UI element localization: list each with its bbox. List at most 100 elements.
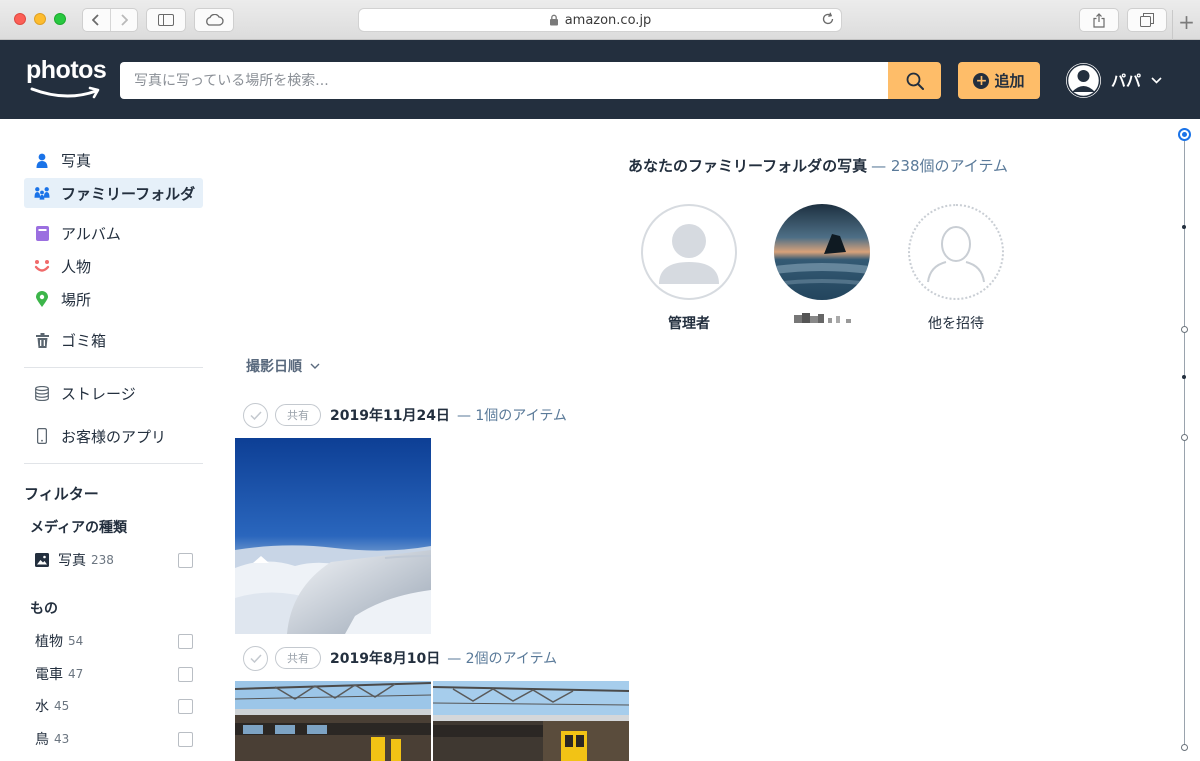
back-icon[interactable] [83, 9, 110, 31]
group-count: — 1個のアイテム [456, 408, 567, 424]
filter-label: 写真 [58, 553, 86, 569]
smile-arrow-icon [30, 86, 100, 99]
url-text: amazon.co.jp [564, 12, 652, 28]
close-window-button[interactable] [14, 13, 26, 25]
sidebar-item-label: 場所 [61, 290, 92, 309]
filter-row-plants[interactable]: 植物 54 [35, 631, 195, 651]
sidebar-item-label: ファミリーフォルダ [61, 184, 196, 203]
timeline-tick[interactable] [1181, 744, 1188, 751]
amazon-photos-logo[interactable]: photos [26, 56, 108, 102]
member-invite[interactable]: 他を招待 [908, 204, 1004, 333]
filter-count: 47 [68, 667, 84, 681]
sort-dropdown[interactable]: 撮影日順 [246, 356, 320, 376]
filter-label: 鳥 [35, 732, 49, 748]
filter-checkbox[interactable] [178, 731, 193, 747]
sidebar-item-label: 人物 [61, 257, 92, 276]
select-group-checkbox[interactable] [243, 402, 268, 428]
sidebar: 写真 ファミリーフォルダ アルバム 人物 場所 ゴミ箱 ストレージ お客様のアプ… [0, 119, 220, 761]
address-bar[interactable]: amazon.co.jp [358, 8, 842, 32]
check-icon [249, 653, 262, 663]
timeline-year-marker [1182, 375, 1186, 379]
show-tabs-icon[interactable] [1127, 8, 1167, 32]
sidebar-item-storage[interactable]: ストレージ [24, 378, 203, 408]
select-group-checkbox[interactable] [243, 645, 268, 671]
photo-thumbnail[interactable] [235, 438, 431, 634]
family-folder-title: あなたのファミリーフォルダの写真 — 238個のアイテム [628, 155, 1008, 176]
filter-count: 238 [91, 553, 114, 567]
sidebar-item-label: お客様のアプリ [61, 427, 167, 446]
forward-icon[interactable] [109, 9, 137, 31]
things-heading: もの [30, 601, 58, 617]
sidebar-item-albums[interactable]: アルバム [24, 218, 203, 248]
image-icon [35, 553, 49, 567]
reload-icon[interactable] [821, 12, 835, 26]
logo-text: photos [26, 56, 107, 84]
family-title-text: あなたのファミリーフォルダの写真 [628, 157, 868, 175]
timeline-tick[interactable] [1181, 434, 1188, 441]
user-menu[interactable]: パパ [1066, 62, 1166, 99]
icloud-tabs-icon[interactable] [194, 8, 234, 32]
sidebar-item-places[interactable]: 場所 [24, 284, 203, 314]
filter-label: 水 [35, 699, 49, 715]
search-input[interactable] [120, 62, 888, 99]
new-tab-button[interactable]: + [1172, 10, 1200, 40]
add-label: 追加 [994, 72, 1025, 90]
member-user[interactable] [774, 204, 870, 329]
share-badge[interactable]: 共有 [275, 404, 321, 426]
group-date: 2019年11月24日 [330, 408, 450, 424]
sidebar-item-apps[interactable]: お客様のアプリ [24, 421, 203, 451]
avatar [774, 204, 870, 300]
filter-checkbox[interactable] [178, 552, 193, 568]
filter-row-birds[interactable]: 鳥 43 [35, 729, 195, 749]
sidebar-toggle-icon[interactable] [146, 8, 186, 32]
search-button[interactable] [888, 62, 941, 99]
search-icon [906, 72, 924, 90]
sidebar-divider [24, 463, 203, 464]
photo-thumbnail[interactable] [433, 681, 629, 761]
filter-count: 45 [54, 699, 70, 713]
sidebar-item-photos[interactable]: 写真 [24, 145, 203, 175]
invite-user-icon [927, 226, 985, 283]
zoom-window-button[interactable] [54, 13, 66, 25]
filter-row-trains[interactable]: 電車 47 [35, 664, 195, 684]
app-header: photos + 追加 パパ [0, 40, 1200, 119]
filter-checkbox[interactable] [178, 698, 193, 714]
train-photo [433, 681, 629, 761]
avatar [908, 204, 1004, 300]
timeline-handle[interactable] [1178, 128, 1191, 141]
user-name: パパ [1111, 72, 1142, 90]
group-count: — 2個のアイテム [447, 651, 558, 667]
member-name-redacted [774, 313, 870, 329]
sidebar-divider [24, 367, 203, 368]
filter-row-photos[interactable]: 写真 238 [35, 550, 195, 570]
lock-icon [549, 14, 558, 26]
database-icon [34, 385, 50, 401]
minimize-window-button[interactable] [34, 13, 46, 25]
timeline-tick[interactable] [1181, 326, 1188, 333]
share-icon[interactable] [1079, 8, 1119, 32]
member-admin[interactable]: 管理者 [641, 204, 737, 333]
back-forward-buttons [82, 8, 138, 32]
phone-icon [34, 428, 50, 444]
add-button[interactable]: + 追加 [958, 62, 1040, 99]
sidebar-item-family-folder[interactable]: ファミリーフォルダ [24, 178, 203, 208]
sidebar-item-trash[interactable]: ゴミ箱 [24, 325, 203, 355]
filter-checkbox[interactable] [178, 633, 193, 649]
member-name: 他を招待 [928, 316, 984, 332]
sidebar-item-label: ゴミ箱 [61, 331, 107, 350]
chevron-down-icon [1151, 77, 1162, 84]
filter-count: 54 [68, 634, 84, 648]
sidebar-item-label: ストレージ [61, 384, 136, 403]
trash-icon [34, 332, 50, 348]
family-item-count: — 238個のアイテム [871, 157, 1009, 175]
filter-label: 植物 [35, 634, 63, 650]
album-icon [34, 225, 50, 241]
smile-icon [34, 258, 50, 274]
photo-thumbnail[interactable] [235, 681, 431, 761]
filter-row-water[interactable]: 水 45 [35, 696, 195, 716]
share-badge[interactable]: 共有 [275, 647, 321, 669]
group-date: 2019年8月10日 [330, 651, 441, 667]
sidebar-item-people[interactable]: 人物 [24, 251, 203, 281]
member-name: 管理者 [668, 316, 710, 332]
filter-checkbox[interactable] [178, 666, 193, 682]
